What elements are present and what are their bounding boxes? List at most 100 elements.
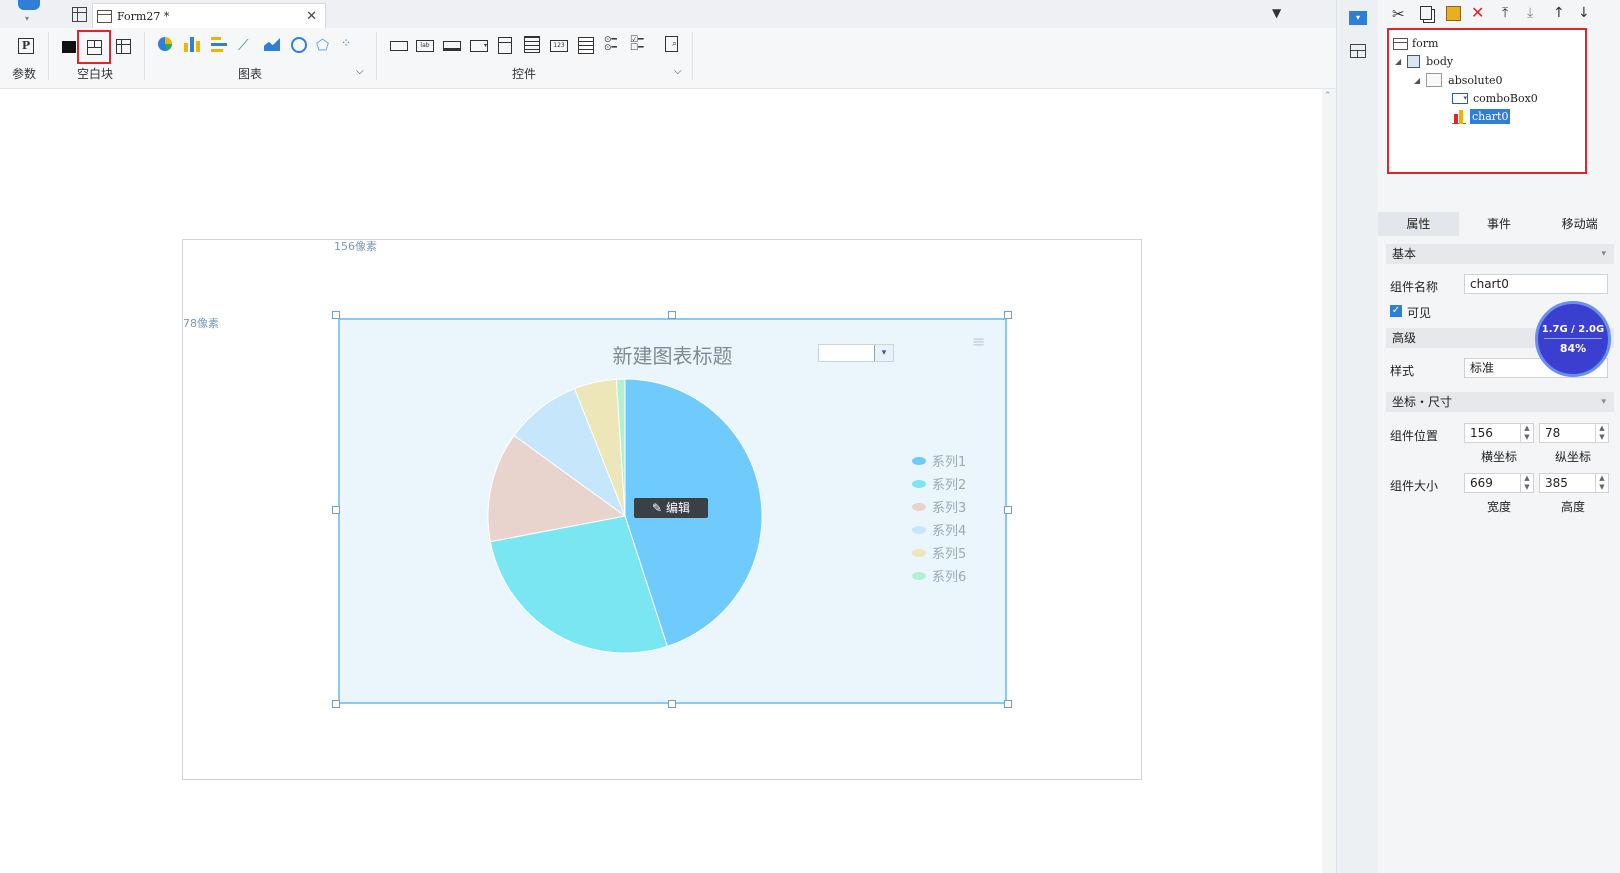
pos-x-input[interactable]: 156 ▲ ▼ <box>1464 423 1534 443</box>
section-title: 基本 <box>1392 247 1417 261</box>
blank-block-button[interactable] <box>77 30 111 64</box>
legend-item[interactable]: 系列3 <box>912 497 966 516</box>
edit-button[interactable]: ✎ 编辑 <box>634 498 708 518</box>
delete-icon[interactable]: ✕ <box>1471 3 1484 22</box>
chart-icon <box>1452 109 1466 124</box>
move-down-icon[interactable]: ↓ <box>1578 5 1590 21</box>
copy-icon[interactable] <box>1420 6 1432 20</box>
radio-group-icon[interactable]: ⊙━ ⊙━ <box>604 36 617 53</box>
combobox-icon[interactable]: ▾ <box>470 40 488 52</box>
number-icon[interactable]: 123 <box>550 40 568 52</box>
close-icon[interactable]: ✕ <box>306 9 317 24</box>
search-file-icon[interactable]: ⌕ <box>665 36 678 52</box>
legend-marker <box>912 479 926 488</box>
scroll-up-icon[interactable]: ⌃ <box>1324 91 1332 101</box>
resize-handle[interactable] <box>332 506 340 514</box>
layout-icon[interactable] <box>1350 44 1366 58</box>
vertical-scrollbar[interactable]: ⌃ <box>1322 89 1336 873</box>
section-coord[interactable]: 坐标・尺寸 ▾ <box>1386 392 1614 412</box>
section-title: 高级 <box>1392 331 1417 345</box>
chart-combobox[interactable]: ▾ <box>818 344 894 362</box>
pos-x-value: 156 <box>1470 426 1493 440</box>
size-h-input[interactable]: 385 ▲ ▼ <box>1539 473 1609 493</box>
grid-icon[interactable] <box>72 7 87 22</box>
tab-properties[interactable]: 属性 <box>1378 212 1459 236</box>
pie-chart-icon[interactable] <box>158 37 172 51</box>
chevron-down-icon[interactable]: ⌵ <box>356 66 364 77</box>
pos-y-spinner[interactable]: ▲ ▼ <box>1595 424 1608 442</box>
blank-block-label: 空白块 <box>77 67 114 81</box>
tree-node-chart0[interactable]: chart0 <box>1452 109 1511 124</box>
line-chart-icon[interactable]: ⟋ <box>238 36 249 54</box>
resize-handle[interactable] <box>1004 506 1012 514</box>
memory-usage-widget[interactable]: 1.7G / 2.0G 84% <box>1535 301 1611 377</box>
params-icon[interactable]: P <box>18 38 34 54</box>
textbox-icon[interactable] <box>390 41 408 51</box>
position-label: 组件位置 <box>1390 429 1439 443</box>
tab-form27[interactable]: Form27 * ✕ <box>92 3 326 28</box>
move-top-icon[interactable]: ⤒ <box>1502 5 1508 21</box>
tree-node-form[interactable]: form <box>1393 37 1438 50</box>
size-w-spinner[interactable]: ▲ ▼ <box>1520 474 1533 492</box>
move-bottom-icon[interactable]: ⤓ <box>1527 5 1533 21</box>
combobox-icon: ▾ <box>1452 93 1468 104</box>
chart-component[interactable]: 新建图表标题 ▾ ≡ 系列1 系列2 系列3 系列4 系列5 系列6 ✎ 编辑 <box>338 318 1007 704</box>
textarea-icon[interactable] <box>578 37 594 54</box>
section-basic[interactable]: 基本 ▾ <box>1386 244 1614 264</box>
chevron-down-icon[interactable]: ⌵ <box>674 66 682 77</box>
resize-handle[interactable] <box>332 311 340 319</box>
paste-icon[interactable] <box>1446 6 1461 21</box>
v-offset-label: 78像素 <box>183 317 219 330</box>
pos-y-input[interactable]: 78 ▲ ▼ <box>1539 423 1609 443</box>
legend-item[interactable]: 系列5 <box>912 543 966 562</box>
legend-item[interactable]: 系列4 <box>912 520 966 539</box>
h-offset-label: 156像素 <box>334 240 377 253</box>
resize-handle[interactable] <box>668 700 676 708</box>
tree-node-absolute0[interactable]: ◢ absolute0 <box>1414 73 1503 87</box>
tab-strip: ▾ Form27 * ✕ ▼ <box>0 0 1336 29</box>
tree-node-combobox0[interactable]: ▾ comboBox0 <box>1452 92 1538 105</box>
gauge-icon[interactable] <box>291 37 307 53</box>
visible-checkbox[interactable]: ✓ <box>1390 305 1402 317</box>
checkbox-group-icon[interactable]: ☑━ ☐━ <box>630 36 644 53</box>
component-tree-icon[interactable]: ▾ <box>1349 11 1367 25</box>
cut-icon[interactable]: ✂ <box>1392 5 1405 23</box>
size-h-spinner[interactable]: ▲ ▼ <box>1595 474 1608 492</box>
scatter-icon[interactable]: ⁘ <box>341 36 351 50</box>
tab-menu-icon[interactable]: ▼ <box>1272 6 1281 20</box>
chevron-down-icon[interactable]: ▾ <box>25 14 29 23</box>
legend-item[interactable]: 系列2 <box>912 474 966 493</box>
resize-handle[interactable] <box>1004 311 1012 319</box>
date-icon[interactable] <box>524 36 540 53</box>
radar-icon[interactable]: ⬠ <box>316 36 329 54</box>
legend-label: 系列1 <box>932 455 967 470</box>
legend-item[interactable]: 系列6 <box>912 566 966 585</box>
combobox-dropdown-icon[interactable]: ▾ <box>874 345 893 361</box>
button-icon[interactable] <box>443 41 461 51</box>
bar-chart-icon[interactable] <box>184 37 200 52</box>
tab-mobile[interactable]: 移动端 <box>1539 212 1620 236</box>
chart-menu-icon[interactable]: ≡ <box>972 332 985 351</box>
label-icon[interactable]: lab <box>416 40 434 52</box>
resize-handle[interactable] <box>332 700 340 708</box>
legend-item[interactable]: 系列1 <box>912 451 966 470</box>
body-icon <box>1407 55 1421 68</box>
params-label[interactable]: 参数 <box>12 65 36 82</box>
size-w-input[interactable]: 669 ▲ ▼ <box>1464 473 1534 493</box>
collapse-icon[interactable]: ◢ <box>1395 57 1401 66</box>
tree-node-body[interactable]: ◢ body <box>1395 55 1453 68</box>
tab-events[interactable]: 事件 <box>1459 212 1540 236</box>
style-label: 样式 <box>1390 364 1415 378</box>
resize-handle[interactable] <box>668 311 676 319</box>
list-icon[interactable] <box>498 37 512 54</box>
app-logo-icon[interactable] <box>18 0 40 10</box>
collapse-icon[interactable]: ◢ <box>1414 76 1420 85</box>
move-up-icon[interactable]: ↑ <box>1553 5 1565 21</box>
resize-handle[interactable] <box>1004 700 1012 708</box>
layout-block-icon <box>87 40 102 55</box>
clapper-icon[interactable] <box>62 41 76 53</box>
pos-x-spinner[interactable]: ▲ ▼ <box>1520 424 1533 442</box>
table-layout-icon[interactable] <box>116 39 131 54</box>
name-input[interactable]: chart0 <box>1464 274 1608 294</box>
horizontal-bar-icon[interactable] <box>211 37 227 52</box>
